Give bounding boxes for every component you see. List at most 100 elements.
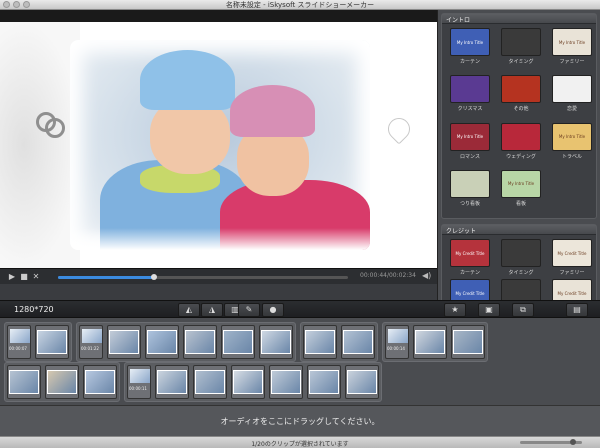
transition-thumbnail[interactable]: 00:00:14	[385, 325, 409, 359]
play-icon[interactable]: ▶	[6, 272, 18, 281]
intro-grid: My Intro Title カーテン タイミング My Intro Title ファミ…	[442, 24, 596, 218]
wedding-rings-image	[36, 106, 66, 142]
audio-drop-zone[interactable]: オーディオをここにドラッグしてください。	[0, 405, 600, 436]
zoom-slider[interactable]	[520, 439, 582, 445]
intro-thumbnail[interactable]	[450, 75, 490, 104]
edit-button[interactable]: ✎	[238, 303, 260, 317]
intro-template[interactable]: 恋愛	[549, 75, 595, 119]
intro-template[interactable]: My Intro Title 看板	[498, 169, 544, 214]
transition-button[interactable]: ⧉	[512, 303, 534, 317]
slide-thumbnail[interactable]	[83, 365, 117, 399]
slide-thumbnail[interactable]	[155, 365, 189, 399]
slide-thumbnail[interactable]	[221, 325, 255, 359]
intro-template[interactable]: つり看板	[447, 169, 493, 214]
slide-thumbnail[interactable]	[7, 365, 41, 399]
template-panel: イントロ My Intro Title カーテン タイミング My Intro Tit…	[437, 10, 600, 306]
timecode: 00:00:44/00:02:34	[360, 272, 416, 279]
slide-image	[223, 330, 253, 354]
slide-thumbnail[interactable]	[413, 325, 447, 359]
intro-thumbnail[interactable]	[501, 28, 541, 56]
export-button[interactable]: ▤	[566, 303, 588, 317]
credit-grid: My Credit Title カーテン タイミング My Credit Title フ…	[442, 235, 596, 305]
intro-label: クリスマス	[457, 106, 483, 113]
credit-template[interactable]: My Credit Title ファミリー	[549, 239, 595, 276]
seek-bar[interactable]	[58, 274, 348, 280]
slide-thumbnail[interactable]	[269, 365, 303, 399]
intro-thumbnail[interactable]	[552, 75, 592, 104]
slide-thumbnail[interactable]	[341, 325, 375, 359]
slide-image	[453, 330, 483, 354]
credit-thumbnail[interactable]: My Credit Title	[552, 239, 592, 267]
slide-thumbnail[interactable]	[193, 365, 227, 399]
storyboard: 00:00:07 00:01:22 00:00:14 00:00:11	[0, 318, 600, 405]
zoom-window-button[interactable]	[23, 1, 30, 8]
rotate-right-button[interactable]: ◮	[201, 303, 223, 317]
intro-template[interactable]: My Intro Title ファミリー	[549, 28, 595, 72]
intro-template[interactable]: My Intro Title カーテン	[447, 28, 493, 72]
slide-image	[109, 330, 139, 354]
toolbar: 1280*720 ◭ ◮ ▥ ✎ ● ★ ▣ ⧉ ▤	[0, 300, 600, 318]
credit-header: クレジット	[442, 225, 596, 235]
credit-label: タイミング	[508, 270, 534, 276]
clip-group[interactable]: 00:00:14	[382, 322, 488, 362]
clip-group[interactable]: 00:00:07	[4, 322, 72, 362]
intro-template[interactable]: ウェディング	[498, 122, 544, 167]
transition-thumbnail[interactable]: 00:00:07	[7, 325, 31, 359]
slide-thumbnail[interactable]	[231, 365, 265, 399]
preview-area	[0, 10, 437, 268]
close-window-button[interactable]	[3, 1, 10, 8]
slide-thumbnail[interactable]	[451, 325, 485, 359]
slide-image	[233, 370, 263, 394]
intro-label: ウェディング	[506, 153, 536, 160]
intro-thumbnail[interactable]	[450, 169, 490, 198]
credit-template[interactable]: My Credit Title カーテン	[447, 239, 493, 276]
intro-label: つり看板	[459, 200, 480, 207]
intro-template[interactable]: タイミング	[498, 28, 544, 72]
intro-thumbnail[interactable]	[501, 122, 541, 151]
intro-thumbnail[interactable]: My Intro Title	[552, 122, 592, 151]
status-text: 1/20のクリップが選択されています	[251, 441, 349, 448]
slide-thumbnail[interactable]	[35, 325, 69, 359]
clip-group[interactable]: 00:00:11	[124, 362, 382, 402]
close-icon[interactable]: ✕	[30, 272, 42, 281]
intro-thumbnail[interactable]: My Intro Title	[552, 28, 592, 56]
slide-thumbnail[interactable]	[45, 365, 79, 399]
microphone-button[interactable]: ●	[262, 303, 284, 317]
intro-thumbnail[interactable]	[501, 75, 541, 104]
intro-template[interactable]: My Intro Title トラベル	[549, 122, 595, 167]
credit-thumbnail[interactable]	[501, 239, 541, 267]
transition-thumbnail[interactable]: 00:00:11	[127, 365, 151, 399]
slide-thumbnail[interactable]	[259, 325, 293, 359]
slide-thumbnail[interactable]	[183, 325, 217, 359]
intro-template[interactable]: クリスマス	[447, 75, 493, 119]
volume-icon[interactable]: ◀)	[422, 271, 431, 280]
zoom-handle[interactable]	[570, 439, 576, 445]
credit-thumbnail[interactable]: My Credit Title	[450, 239, 490, 267]
slide-image	[343, 330, 373, 354]
slide-thumbnail[interactable]	[345, 365, 379, 399]
slide-image	[347, 370, 377, 394]
clip-group[interactable]	[4, 362, 120, 402]
rotate-left-button[interactable]: ◭	[178, 303, 200, 317]
intro-thumbnail[interactable]: My Intro Title	[501, 169, 541, 198]
intro-label: 看板	[515, 200, 526, 207]
transition-thumbnail[interactable]: 00:01:22	[79, 325, 103, 359]
slide-thumbnail[interactable]	[107, 325, 141, 359]
intro-header: イントロ	[442, 14, 596, 24]
seek-handle[interactable]	[150, 274, 157, 280]
effects-button[interactable]: ★	[444, 303, 466, 317]
minimize-window-button[interactable]	[13, 1, 20, 8]
stop-icon[interactable]: ■	[18, 272, 30, 281]
intro-template[interactable]: My Intro Title ロマンス	[447, 122, 493, 167]
slide-thumbnail[interactable]	[307, 365, 341, 399]
gift-button[interactable]: ▣	[478, 303, 500, 317]
intro-template[interactable]: その他	[498, 75, 544, 119]
intro-thumbnail[interactable]: My Intro Title	[450, 28, 490, 56]
slide-thumbnail[interactable]	[145, 325, 179, 359]
clip-group[interactable]	[300, 322, 378, 362]
slide-thumbnail[interactable]	[303, 325, 337, 359]
credit-template[interactable]: タイミング	[498, 239, 544, 276]
clip-group[interactable]: 00:01:22	[76, 322, 296, 362]
intro-thumbnail[interactable]: My Intro Title	[450, 122, 490, 151]
slide-image	[415, 330, 445, 354]
